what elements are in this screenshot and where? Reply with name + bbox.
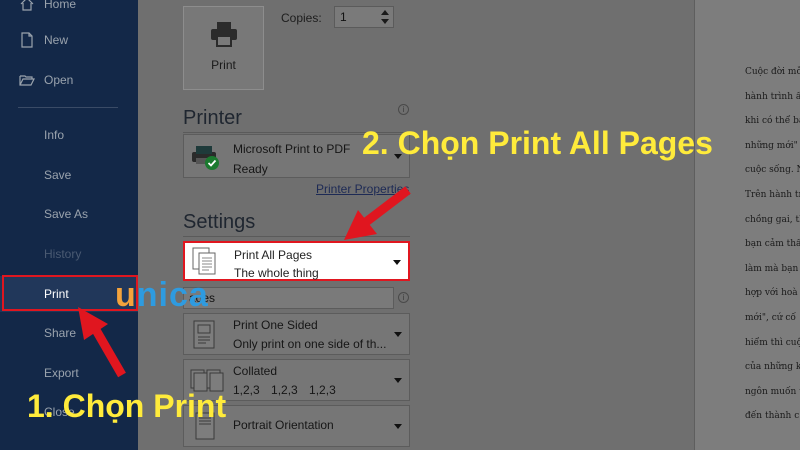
settings-section-title: Settings [183, 211, 256, 233]
sidebar-item-label: Export [44, 366, 79, 380]
sidebar-item-export[interactable]: Export [0, 355, 138, 391]
sidebar-item-history[interactable]: History [0, 236, 138, 272]
preview-line: hành trình ấy [745, 91, 800, 102]
sidebar-item-open[interactable]: Open [0, 62, 138, 98]
sidebar-item-label: Home [44, 0, 77, 11]
sidebar-item-share[interactable]: Share [0, 315, 138, 351]
printer-properties-link[interactable]: Printer Properties [316, 182, 409, 196]
print-button[interactable]: Print [183, 6, 264, 90]
preview-page-text: Cuộc đời mỗ hành trình ấy khi có thể bạ … [745, 66, 800, 435]
backstage-sidebar: Home New Open Info Save Save As History … [0, 0, 138, 450]
sidebar-item-new[interactable]: New [0, 22, 138, 58]
printer-section-title: Printer [183, 107, 242, 129]
folder-open-icon [19, 75, 35, 86]
info-icon[interactable]: i [398, 104, 409, 115]
sidebar-item-home[interactable]: Home [0, 0, 138, 22]
preview-line: làm mà bạn [745, 263, 799, 274]
printer-ready-icon [192, 146, 219, 170]
preview-line: chồng gai, th [745, 214, 800, 225]
preview-line: những mới" [745, 140, 798, 151]
sidebar-item-label: Info [44, 128, 65, 142]
info-icon[interactable]: i [398, 292, 409, 303]
preview-line: hợp với hoà [745, 288, 798, 299]
printer-icon [211, 22, 237, 47]
sidebar-item-label: New [44, 33, 69, 47]
preview-line: khi có thể bạ [745, 116, 800, 127]
divider [183, 236, 410, 237]
chevron-down-icon [393, 260, 401, 265]
print-sides-subtitle: Only print on one side of th... [233, 337, 387, 351]
printer-name: Microsoft Print to PDF [233, 142, 351, 156]
new-document-icon [21, 32, 33, 48]
print-pages-dropdown[interactable]: Print All Pages The whole thing [183, 241, 410, 281]
sidebar-item-save-as[interactable]: Save As [0, 196, 138, 232]
preview-line: đến thành c [745, 411, 800, 422]
preview-line: mới", cứ cố [745, 312, 796, 323]
print-pages-title: Print All Pages [234, 248, 313, 262]
sidebar-item-label: Open [44, 73, 74, 87]
chevron-down-icon [394, 332, 402, 337]
orientation-title: Portrait Orientation [233, 418, 334, 432]
chevron-down-icon [394, 424, 402, 429]
step-2-callout: 2. Chọn Print All Pages [362, 125, 713, 161]
step-1-callout: 1. Chọn Print [27, 388, 227, 424]
sidebar-item-label: History [44, 247, 82, 261]
preview-line: hiểm thì cuộ [745, 337, 800, 348]
pages-icon [192, 247, 216, 275]
print-pages-subtitle: The whole thing [234, 266, 319, 280]
pages-input[interactable]: aoes [183, 287, 394, 309]
unica-watermark: unica [115, 276, 209, 314]
print-sides-dropdown[interactable]: Print One Sided Only print on one side o… [183, 313, 410, 355]
preview-line: Trên hành tr [745, 189, 800, 200]
preview-line: ngôn muốn t [745, 386, 800, 397]
print-button-label: Print [211, 58, 236, 72]
preview-line: cuộc sống. N [745, 165, 800, 176]
sidebar-item-label: Share [44, 326, 77, 340]
print-sides-title: Print One Sided [233, 318, 318, 332]
one-sided-icon [193, 320, 215, 349]
printer-status: Ready [233, 162, 268, 176]
copies-stepper[interactable] [378, 7, 392, 27]
preview-line: của những k [745, 362, 800, 373]
preview-line: Cuộc đời mỗ [745, 67, 800, 77]
copies-label: Copies: [281, 11, 322, 25]
sidebar-item-save[interactable]: Save [0, 157, 138, 193]
sidebar-divider [18, 107, 118, 108]
collation-subtitle: 1,2,3 1,2,3 1,2,3 [233, 383, 336, 397]
sidebar-item-info[interactable]: Info [0, 117, 138, 153]
chevron-down-icon [394, 378, 402, 383]
sidebar-item-label: Save As [44, 207, 89, 221]
preview-line: bạn cảm thấy [745, 239, 800, 250]
home-icon [20, 0, 34, 11]
print-preview: Cuộc đời mỗ hành trình ấy khi có thể bạ … [694, 0, 800, 450]
collation-title: Collated [233, 364, 278, 378]
sidebar-item-label: Save [44, 168, 72, 182]
